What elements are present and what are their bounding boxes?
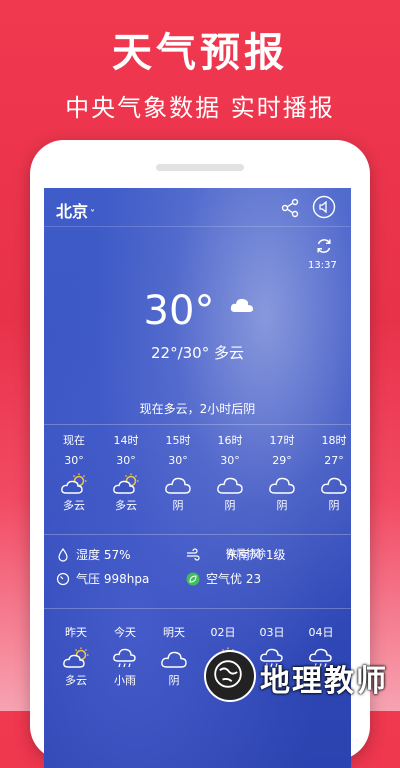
hour-temp: 30° xyxy=(64,454,84,467)
hour-temp: 30° xyxy=(220,454,240,467)
hour-label: 现在 xyxy=(63,434,85,447)
day-condition: 多云 xyxy=(65,674,87,687)
hour-label: 15时 xyxy=(165,434,191,447)
hourly-item: 14时 30° 多云 xyxy=(100,431,152,515)
cloudy-icon xyxy=(269,477,295,494)
hour-label: 18时 xyxy=(321,434,347,447)
cloudy-icon xyxy=(165,477,191,494)
hour-temp: 27° xyxy=(324,454,344,467)
pressure-item: 气压 998hpa xyxy=(56,570,186,588)
hourly-item: 18时 27° 阴 xyxy=(308,431,351,515)
day-label: 03日 xyxy=(259,626,285,639)
day-condition: 小雨 xyxy=(114,674,136,687)
share-icon[interactable] xyxy=(280,198,300,218)
hour-condition: 阴 xyxy=(224,499,236,512)
top-bar: 北京 ˅ xyxy=(44,188,351,227)
hour-label: 16时 xyxy=(217,434,243,447)
hour-label: 17时 xyxy=(269,434,295,447)
city-name: 北京 xyxy=(56,202,89,221)
daily-item: 明天 阴 xyxy=(150,624,198,690)
cloudy-icon xyxy=(217,477,243,494)
air-quality-item[interactable]: 空气优 23 xyxy=(186,570,346,588)
wind-icon xyxy=(187,548,200,561)
hour-condition: 阴 xyxy=(172,499,184,512)
hour-condition: 多云 xyxy=(63,499,85,512)
droplet-icon xyxy=(58,548,68,562)
day-label: 04日 xyxy=(308,626,334,639)
hour-temp: 30° xyxy=(116,454,136,467)
air-quality-value: 空气优 23 xyxy=(206,572,262,586)
chevron-down-icon: ˅ xyxy=(90,209,96,220)
rain-icon xyxy=(113,648,136,668)
divider xyxy=(44,608,351,609)
watermark-logo xyxy=(204,650,256,702)
city-selector[interactable]: 北京 ˅ xyxy=(56,198,95,222)
cloud-icon xyxy=(230,298,253,312)
watermark-text: 地理教师 xyxy=(260,664,388,699)
forecast-summary: 现在多云，2小时后阴 xyxy=(139,402,256,416)
partly-cloudy-icon xyxy=(61,473,87,494)
refresh-icon[interactable] xyxy=(314,236,334,256)
hourly-item: 17时 29° 阴 xyxy=(256,431,308,515)
day-label: 明天 xyxy=(163,626,185,639)
day-condition: 阴 xyxy=(168,674,180,687)
humidity-item: 湿度 57% xyxy=(56,546,186,564)
gauge-icon xyxy=(56,572,70,586)
hourly-item: 15时 30° 阴 xyxy=(152,431,204,515)
hourly-item: 现在 30° 多云 xyxy=(48,431,100,515)
temperature-range-condition: 22°/30° 多云 xyxy=(151,344,244,362)
hourly-item: 16时 30° 阴 xyxy=(204,431,256,515)
divider xyxy=(44,534,351,535)
daily-item: 昨天 多云 xyxy=(52,624,100,690)
partly-cloudy-icon xyxy=(63,647,89,668)
hour-condition: 阴 xyxy=(328,499,340,512)
cloudy-icon xyxy=(321,477,347,494)
watermark: 地理教师 xyxy=(204,646,394,706)
partly-cloudy-icon xyxy=(113,473,139,494)
current-temperature: 30° xyxy=(143,288,215,334)
promo-title: 天气预报 xyxy=(112,30,288,76)
wind-description: 微风徐徐 xyxy=(226,549,266,560)
wind-item: 东南风 1级 微风徐徐 xyxy=(186,546,346,564)
update-time: 13:37 xyxy=(308,260,337,271)
sound-icon[interactable] xyxy=(312,195,336,219)
day-label: 昨天 xyxy=(65,626,87,639)
promo-subtitle: 中央气象数据 实时播报 xyxy=(65,94,335,122)
pressure-value: 气压 998hpa xyxy=(76,572,150,586)
humidity-value: 湿度 57% xyxy=(76,548,131,562)
day-label: 02日 xyxy=(210,626,236,639)
cloudy-icon xyxy=(161,651,187,668)
phone-speaker xyxy=(156,164,244,171)
day-label: 今天 xyxy=(114,626,136,639)
hour-condition: 阴 xyxy=(276,499,288,512)
leaf-icon xyxy=(186,572,200,586)
globe-icon xyxy=(214,660,242,688)
divider xyxy=(44,424,351,425)
hour-temp: 30° xyxy=(168,454,188,467)
hour-label: 14时 xyxy=(113,434,139,447)
hour-condition: 多云 xyxy=(115,499,137,512)
hour-temp: 29° xyxy=(272,454,292,467)
daily-item: 今天 小雨 xyxy=(101,624,149,690)
